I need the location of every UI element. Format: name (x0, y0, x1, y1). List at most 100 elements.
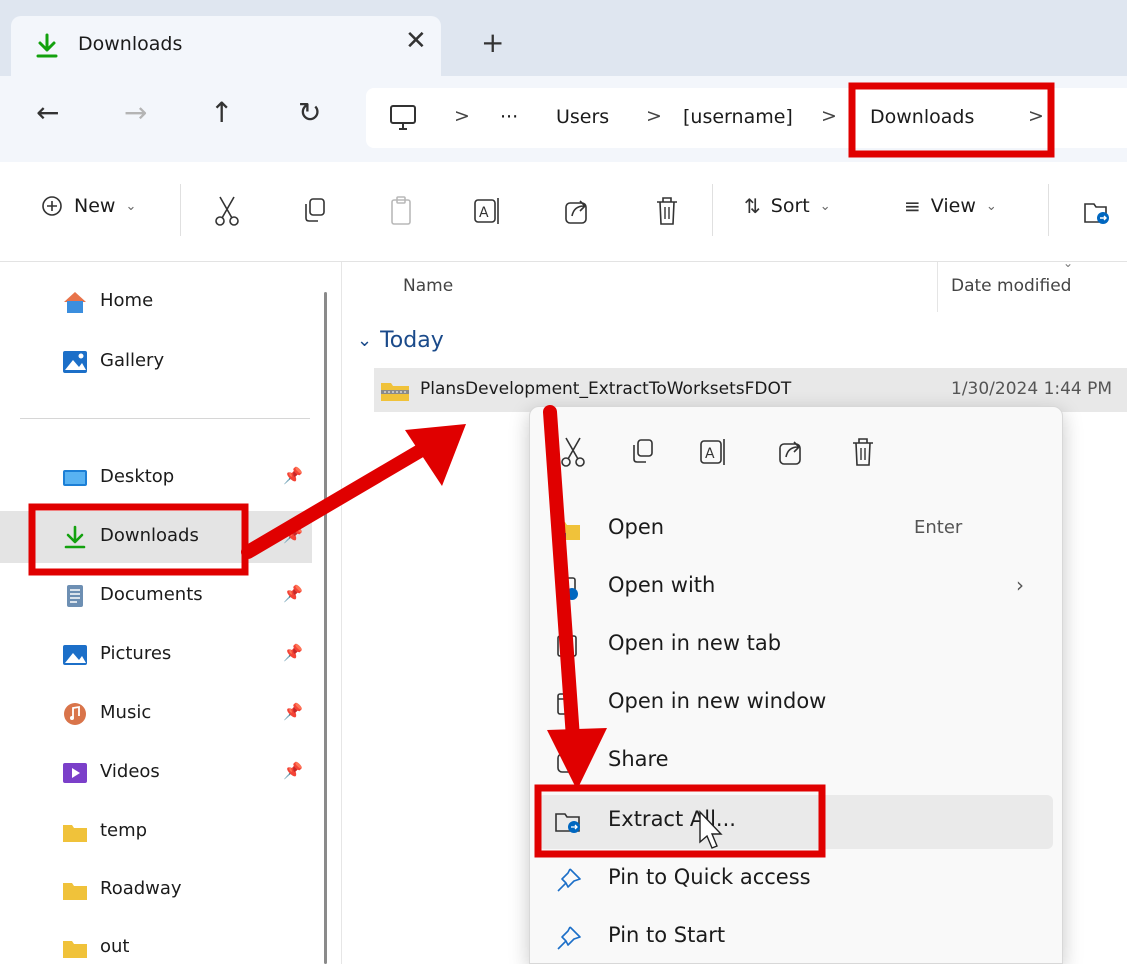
sidebar-item-label: Desktop (100, 466, 175, 487)
back-button[interactable]: ← (36, 96, 59, 129)
context-menu: A Open Enter Open with › Open in new tab (529, 406, 1063, 964)
pin-icon (557, 868, 581, 892)
zip-folder-icon (381, 383, 409, 401)
sidebar-item-roadway[interactable]: Roadway (0, 864, 312, 916)
menu-item-shortcut: Enter (914, 517, 963, 538)
menu-item-open[interactable]: Open Enter (538, 503, 1053, 557)
sidebar-item-label: Pictures (100, 643, 172, 664)
sidebar-item-label: Music (100, 702, 152, 723)
desktop-folder-icon (63, 470, 87, 486)
forward-button[interactable]: → (124, 96, 147, 129)
tab-title: Downloads (78, 33, 183, 55)
sidebar-item-label: Home (100, 290, 154, 311)
new-window-icon (557, 693, 577, 715)
sidebar-item-documents[interactable]: Documents 📌 (0, 570, 312, 622)
sidebar-item-label: Downloads (100, 525, 199, 546)
menu-item-open-in-new-window[interactable]: Open in new window (538, 677, 1053, 731)
view-button[interactable]: ≡ View ⌄ (904, 194, 997, 218)
column-header-name[interactable]: Name (403, 276, 453, 296)
sidebar-item-videos[interactable]: Videos 📌 (0, 747, 312, 799)
breadcrumb-downloads[interactable]: Downloads (870, 106, 974, 128)
breadcrumb-more[interactable]: ··· (500, 106, 518, 128)
sidebar-item-label: Roadway (100, 878, 182, 899)
tab-downloads[interactable]: Downloads ✕ (11, 16, 441, 76)
sidebar-item-music[interactable]: Music 📌 (0, 688, 312, 740)
menu-item-label: Open with (608, 573, 716, 597)
sidebar-item-pictures[interactable]: Pictures 📌 (0, 629, 312, 681)
sidebar-item-downloads[interactable]: Downloads 📌 (0, 511, 312, 563)
breadcrumb-users[interactable]: Users (556, 106, 609, 128)
folder-icon (63, 941, 87, 958)
cut-icon[interactable] (212, 194, 242, 228)
menu-item-open-with[interactable]: Open with › (538, 561, 1053, 615)
group-header-today[interactable]: ⌄ Today (357, 328, 444, 353)
menu-item-extract-all[interactable]: Extract All... (538, 795, 1053, 849)
music-icon (64, 703, 86, 725)
file-name: PlansDevelopment_ExtractToWorksetsFDOT (420, 379, 792, 399)
plus-circle-icon (42, 196, 62, 216)
extract-all-icon (555, 813, 580, 833)
sidebar-item-desktop[interactable]: Desktop 📌 (0, 452, 312, 504)
documents-icon (67, 585, 83, 607)
share-icon[interactable] (776, 435, 806, 469)
open-folder-icon (556, 522, 580, 540)
extract-all-icon[interactable] (1082, 194, 1112, 228)
menu-item-label: Extract All... (608, 807, 736, 831)
cut-icon[interactable] (558, 435, 588, 469)
sidebar-scrollbar[interactable] (324, 292, 327, 964)
pin-icon: 📌 (283, 466, 303, 485)
chevron-down-icon: ⌄ (819, 198, 831, 214)
sidebar-item-gallery[interactable]: Gallery (0, 336, 312, 388)
refresh-button[interactable]: ↻ (298, 96, 321, 129)
share-icon[interactable] (562, 194, 592, 228)
file-date-modified: 1/30/2024 1:44 PM (951, 379, 1113, 399)
chevron-down-icon: ⌄ (985, 198, 997, 214)
menu-item-share[interactable]: Share (538, 735, 1053, 789)
toolbar-divider (712, 184, 713, 236)
tab-close-button[interactable]: ✕ (405, 26, 427, 56)
rename-icon[interactable]: A (698, 435, 728, 469)
new-tab-button[interactable]: + (481, 26, 504, 59)
delete-icon[interactable] (652, 194, 682, 228)
share-icon (557, 753, 577, 773)
folder-icon (63, 883, 87, 900)
menu-item-pin-to-quick-access[interactable]: Pin to Quick access (538, 853, 1053, 907)
copy-icon[interactable] (628, 435, 658, 469)
sidebar-item-temp[interactable]: temp (0, 806, 312, 858)
up-button[interactable]: ↑ (210, 96, 233, 129)
sidebar-divider (20, 418, 310, 419)
breadcrumb-username[interactable]: [username] (683, 106, 793, 128)
gallery-icon (63, 351, 87, 373)
new-label: New (74, 195, 116, 217)
svg-text:A: A (705, 446, 715, 462)
command-bar: New ⌄ A ⇅ Sort ⌄ ≡ View ⌄ (0, 162, 1127, 262)
copy-icon[interactable] (300, 194, 330, 228)
sidebar-item-label: temp (100, 820, 148, 841)
delete-icon[interactable] (848, 435, 878, 469)
home-icon (64, 292, 86, 313)
breadcrumb-separator: > (454, 105, 470, 127)
menu-item-label: Share (608, 747, 669, 771)
address-bar[interactable]: > ··· Users > [username] > Downloads > (366, 88, 1127, 148)
sort-button[interactable]: ⇅ Sort ⌄ (744, 194, 831, 218)
toolbar-divider (1048, 184, 1049, 236)
sidebar-item-out[interactable]: out (0, 922, 312, 964)
rename-icon[interactable]: A (472, 194, 502, 228)
pin-icon (557, 926, 581, 950)
open-with-icon (556, 577, 578, 600)
navigation-bar: ← → ↑ ↻ > ··· Users > [username] > Downl… (0, 76, 1127, 162)
paste-icon[interactable] (386, 194, 416, 228)
menu-item-open-in-new-tab[interactable]: Open in new tab (538, 619, 1053, 673)
new-button[interactable]: New ⌄ (40, 194, 136, 218)
column-header-date-modified[interactable]: Date modified (951, 276, 1071, 296)
column-divider[interactable] (937, 262, 938, 312)
pin-icon: 📌 (283, 761, 303, 780)
menu-item-label: Pin to Quick access (608, 865, 811, 889)
menu-item-label: Open in new tab (608, 631, 782, 655)
menu-item-pin-to-start[interactable]: Pin to Start (538, 911, 1053, 964)
sidebar-item-label: Gallery (100, 350, 165, 371)
title-bar: Downloads ✕ + (0, 0, 1127, 76)
sidebar-item-home[interactable]: Home (0, 276, 312, 328)
videos-icon (63, 763, 87, 783)
toolbar-divider (180, 184, 181, 236)
